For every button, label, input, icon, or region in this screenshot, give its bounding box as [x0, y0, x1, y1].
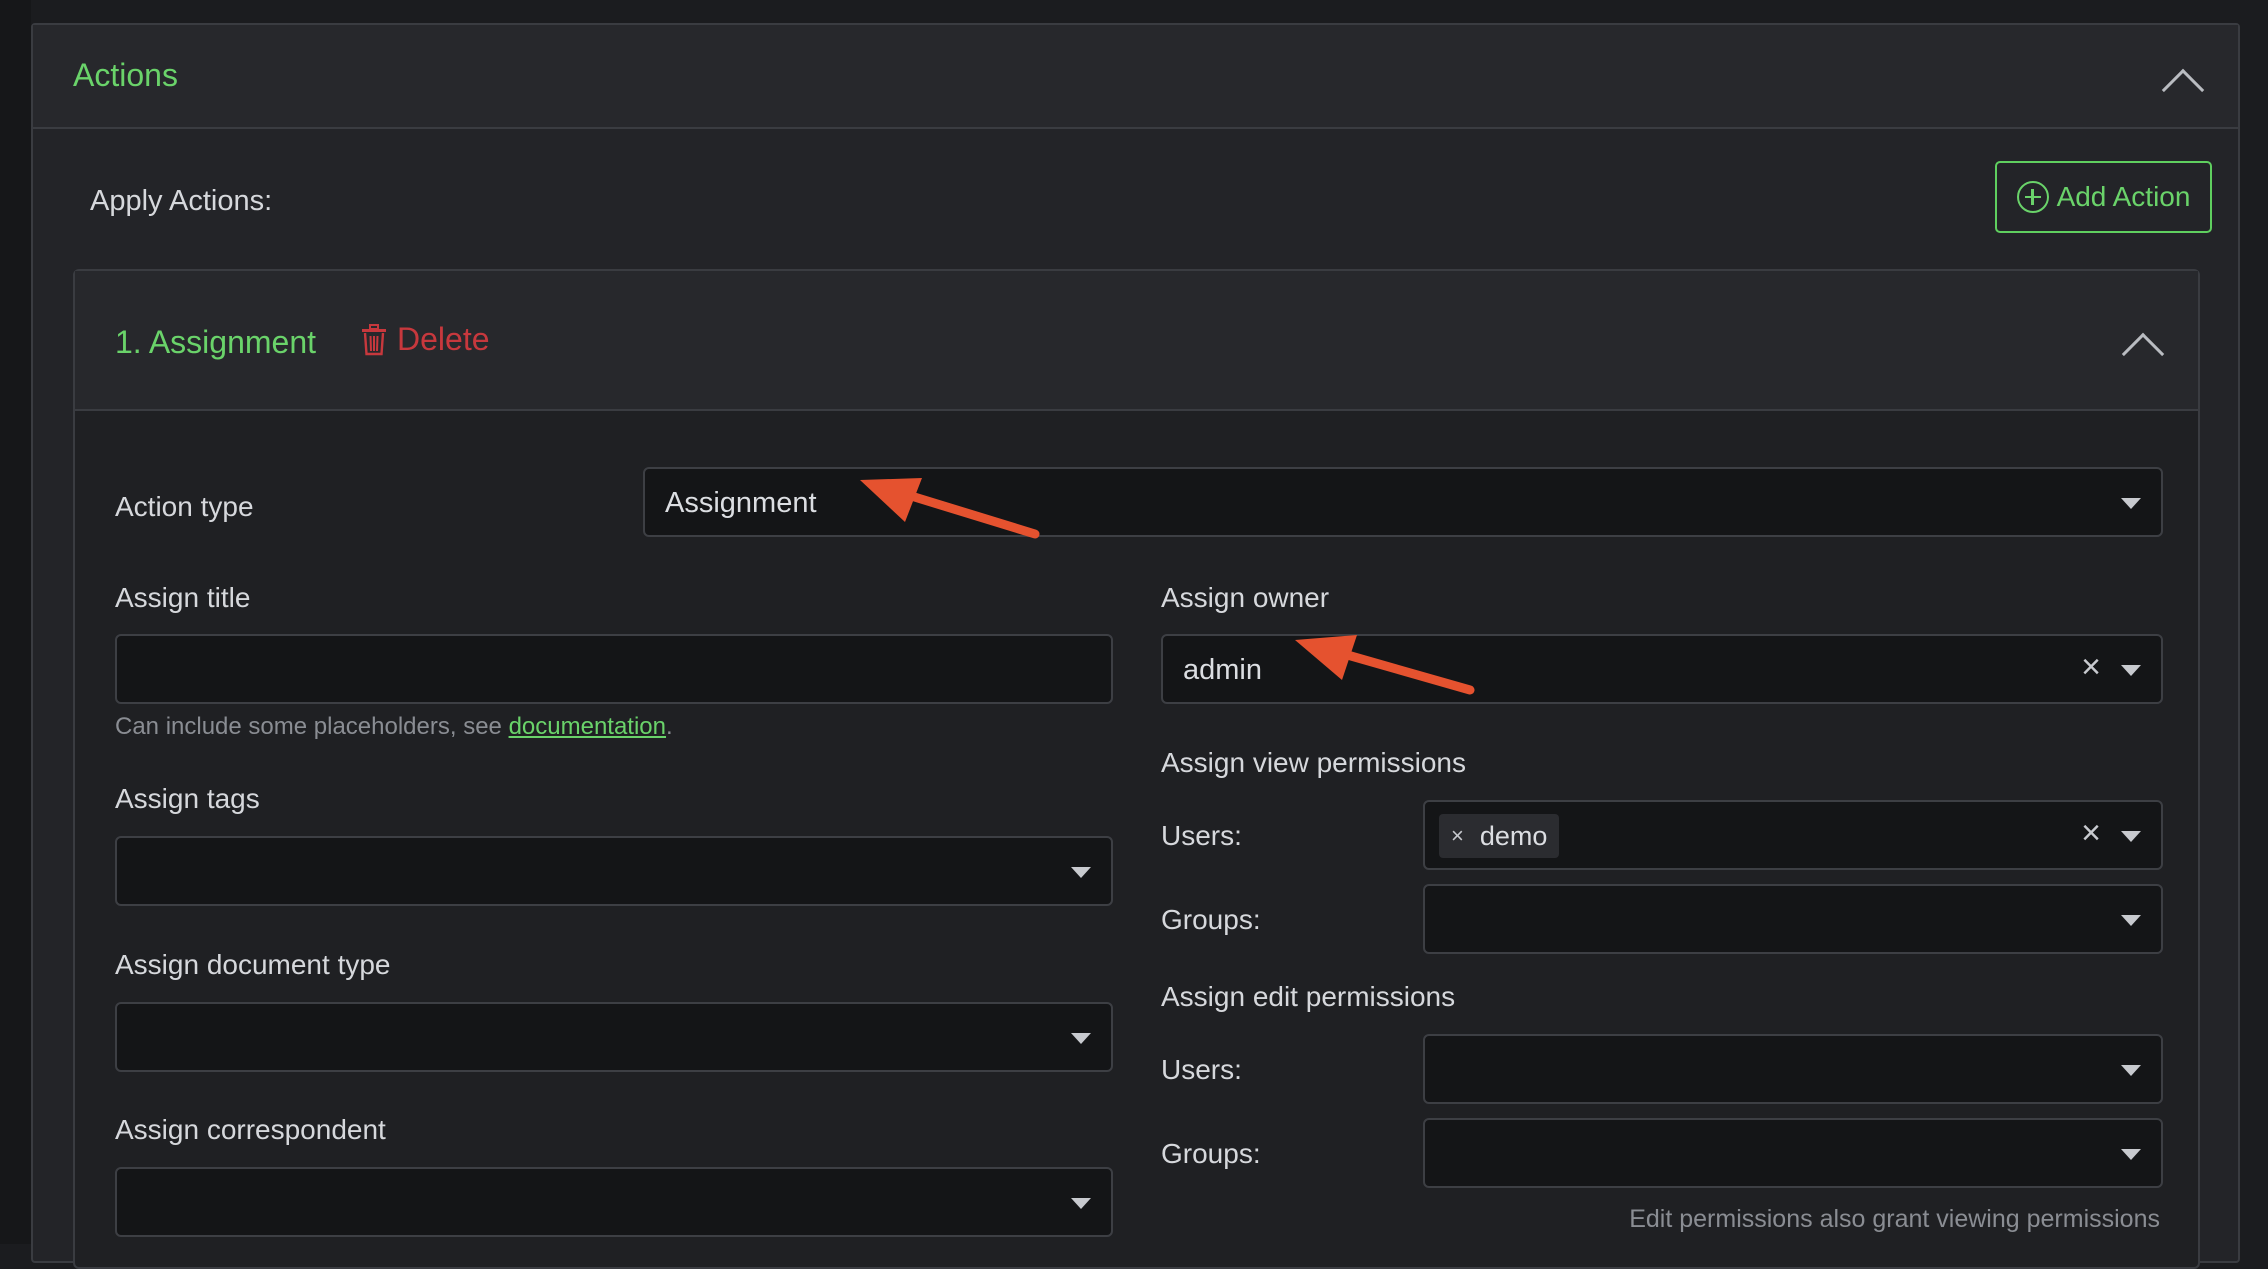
hint-suffix: . [666, 713, 673, 740]
assign-correspondent-select[interactable] [115, 1167, 1113, 1237]
delete-label: Delete [397, 321, 490, 357]
annotation-arrow-icon [860, 478, 1040, 539]
user-tag-label: demo [1479, 820, 1548, 851]
action-type-value: Assignment [665, 487, 817, 519]
caret-down-icon[interactable] [2121, 831, 2141, 842]
close-icon[interactable]: × [2081, 650, 2101, 684]
left-edge [0, 0, 31, 1244]
close-icon[interactable]: × [1451, 823, 1464, 849]
edit-users-label: Users: [1161, 1054, 1242, 1085]
actions-panel: Actions Apply Actions: Add Action 1. Ass… [31, 23, 2240, 1269]
chevron-up-icon[interactable] [2121, 332, 2165, 376]
hint-text: Can include some placeholders, see [115, 713, 509, 740]
delete-button[interactable]: Delete [361, 321, 490, 358]
caret-down-icon[interactable] [2121, 1149, 2141, 1160]
caret-down-icon[interactable] [1071, 1198, 1091, 1209]
assign-tags-label: Assign tags [115, 783, 260, 814]
edit-permissions-note: Edit permissions also grant viewing perm… [1629, 1205, 2160, 1233]
view-groups-label: Groups: [1161, 904, 1261, 935]
edit-users-select[interactable] [1423, 1034, 2163, 1104]
view-groups-select[interactable] [1423, 884, 2163, 954]
edit-permissions-label: Assign edit permissions [1161, 981, 1456, 1012]
caret-down-icon[interactable] [2121, 498, 2141, 509]
caret-down-icon[interactable] [2121, 915, 2141, 926]
assign-owner-label: Assign owner [1161, 582, 1330, 613]
caret-down-icon[interactable] [1071, 1033, 1091, 1044]
chevron-up-icon[interactable] [2161, 68, 2205, 112]
add-action-button[interactable]: Add Action [1995, 161, 2212, 233]
assign-document-type-select[interactable] [115, 1002, 1113, 1072]
assign-correspondent-label: Assign correspondent [115, 1114, 386, 1145]
assign-tags-select[interactable] [115, 836, 1113, 906]
trash-icon [362, 323, 386, 355]
assign-title-label: Assign title [115, 582, 251, 613]
close-icon[interactable]: × [2081, 816, 2101, 850]
view-permissions-label: Assign view permissions [1161, 747, 1466, 778]
documentation-link[interactable]: documentation [509, 713, 666, 740]
action-card-title: 1. Assignment [115, 324, 316, 360]
view-users-label: Users: [1161, 820, 1242, 851]
actions-panel-header[interactable]: Actions [33, 25, 2238, 129]
edit-groups-label: Groups: [1161, 1138, 1261, 1169]
user-tag-demo[interactable]: × demo [1439, 814, 1560, 858]
add-action-label: Add Action [2056, 181, 2191, 212]
page: Actions Apply Actions: Add Action 1. Ass… [0, 0, 2268, 1269]
apply-actions-label: Apply Actions: [90, 185, 273, 217]
actions-panel-title: Actions [73, 57, 178, 93]
edit-groups-select[interactable] [1423, 1118, 2163, 1188]
assign-owner-value: admin [1183, 654, 1262, 686]
assign-title-hint: Can include some placeholders, see docum… [115, 713, 673, 741]
caret-down-icon[interactable] [2121, 1065, 2141, 1076]
view-users-select[interactable]: × demo × [1423, 800, 2163, 870]
annotation-arrow-icon [1295, 635, 1475, 695]
action-type-label: Action type [115, 491, 254, 522]
plus-circle-icon [2016, 181, 2049, 213]
assign-title-input[interactable] [115, 634, 1113, 704]
action-card-header[interactable]: 1. Assignment Delete [75, 271, 2198, 411]
assign-document-type-label: Assign document type [115, 949, 391, 980]
action-card-assignment: 1. Assignment Delete Action type Assignm… [73, 269, 2200, 1269]
caret-down-icon[interactable] [2121, 665, 2141, 676]
caret-down-icon[interactable] [1071, 867, 1091, 878]
